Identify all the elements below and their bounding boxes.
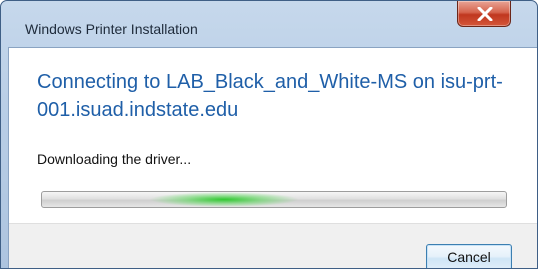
connection-heading: Connecting to LAB_Black_and_White-MS on … bbox=[37, 71, 503, 121]
dialog-footer: Cancel bbox=[9, 223, 537, 268]
close-x-icon bbox=[477, 7, 493, 21]
status-text: Downloading the driver... bbox=[37, 151, 192, 167]
cancel-button[interactable]: Cancel bbox=[426, 244, 512, 268]
dialog-content: Connecting to LAB_Black_and_White-MS on … bbox=[8, 47, 537, 268]
title-bar[interactable]: Windows Printer Installation bbox=[1, 1, 537, 41]
progress-bar bbox=[41, 191, 507, 208]
progress-indicator bbox=[149, 192, 299, 207]
close-button[interactable] bbox=[457, 1, 511, 27]
printer-installation-window: Windows Printer Installation Connecting … bbox=[0, 0, 538, 269]
window-title: Windows Printer Installation bbox=[25, 21, 198, 37]
